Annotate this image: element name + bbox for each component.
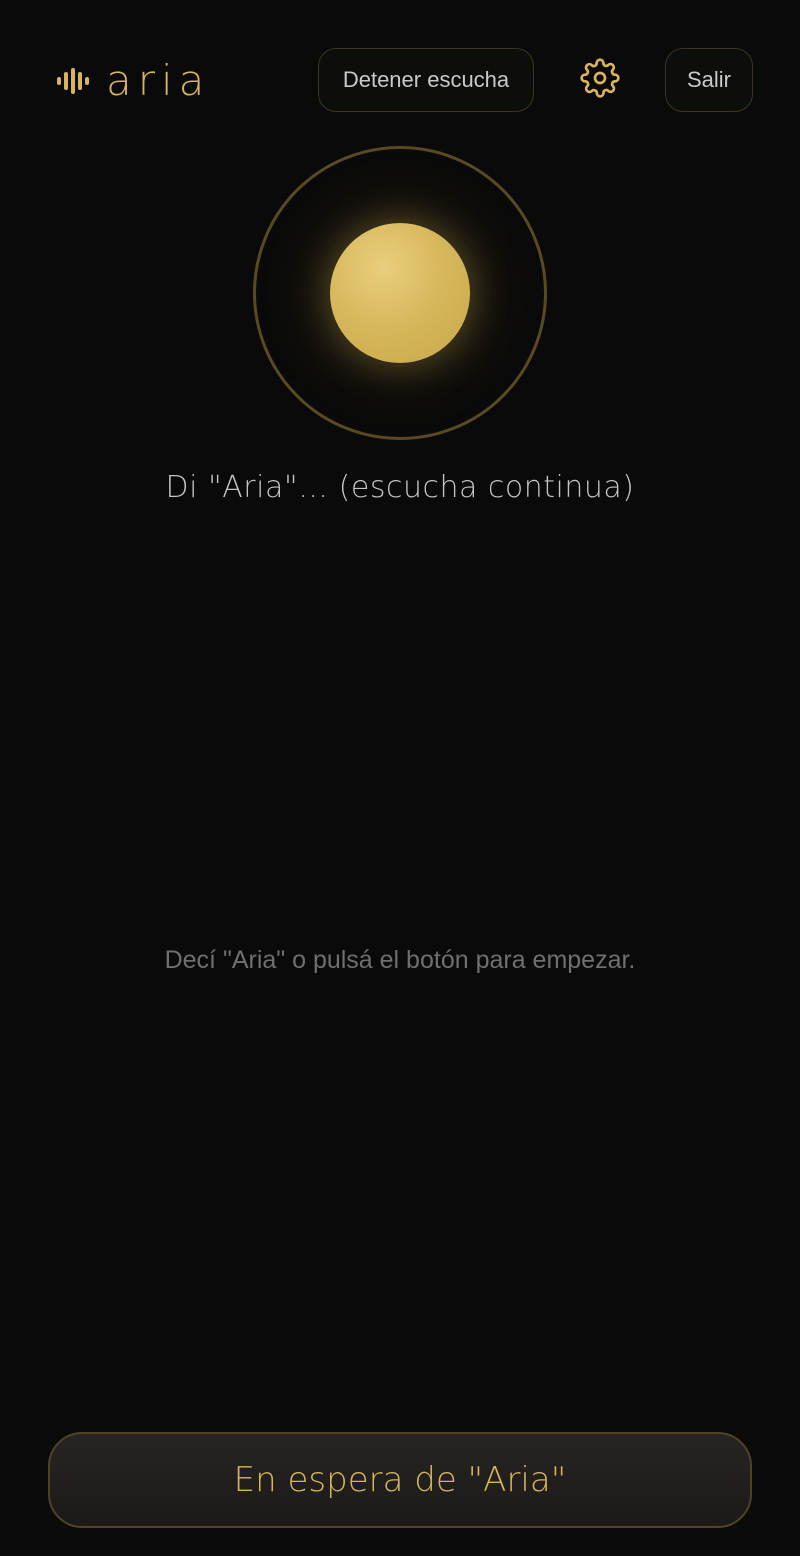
gear-icon: [580, 57, 620, 103]
brand: aria: [56, 56, 210, 106]
app-screen: aria Detener escucha Salir Di "Aria"… (e…: [0, 0, 800, 1556]
header: aria Detener escucha Salir: [0, 0, 800, 160]
stop-listening-button[interactable]: Detener escucha: [318, 48, 534, 112]
exit-button[interactable]: Salir: [665, 48, 753, 112]
waveform-icon: [56, 67, 90, 95]
brand-name: aria: [106, 56, 211, 105]
wake-word-button[interactable]: En espera de "Aria": [48, 1432, 752, 1528]
empty-state-hint: Decí "Aria" o pulsá el botón para empeza…: [164, 946, 636, 974]
settings-button[interactable]: [578, 57, 622, 103]
listening-status: Di "Aria"… (escucha continua): [165, 470, 635, 505]
listening-orb[interactable]: [330, 223, 470, 363]
